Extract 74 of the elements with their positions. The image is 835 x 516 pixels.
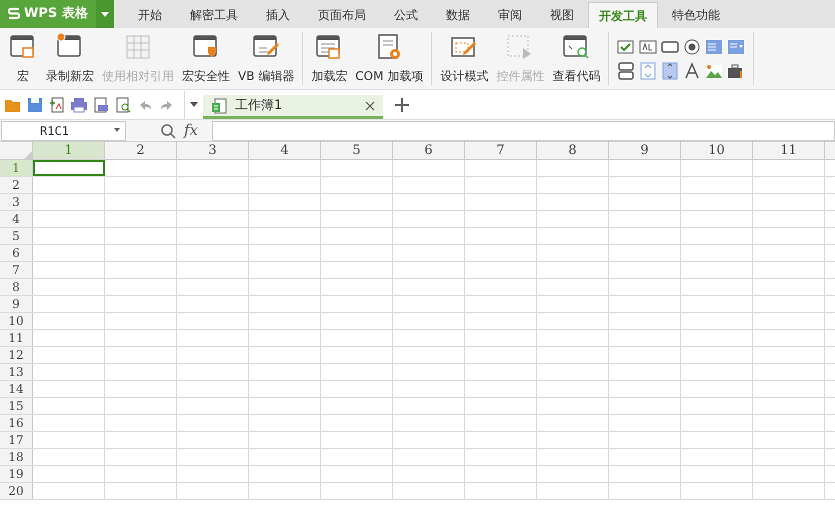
ribbon-button[interactable]: 加载宏 <box>307 32 352 85</box>
label-control-icon[interactable] <box>683 62 702 80</box>
column-header[interactable]: 11 <box>753 142 825 159</box>
ribbon-tab[interactable]: 页面布局 <box>304 2 380 28</box>
caret-icon <box>100 12 109 16</box>
frame-control-icon[interactable] <box>617 62 636 80</box>
save-icon[interactable] <box>26 96 44 114</box>
document-tab-title: 工作簿1 <box>235 96 284 115</box>
print-icon[interactable] <box>70 96 88 114</box>
ribbon-tab[interactable]: 插入 <box>252 2 304 28</box>
column-header[interactable]: 7 <box>465 142 537 159</box>
column-header[interactable]: 2 <box>105 142 177 159</box>
row-header[interactable]: 2 <box>0 177 33 193</box>
ribbon-tab[interactable]: 审阅 <box>484 2 536 28</box>
ribbon-tab[interactable]: 解密工具 <box>176 2 252 28</box>
column-header[interactable]: 10 <box>681 142 753 159</box>
row-header[interactable]: 11 <box>0 330 33 346</box>
column-header[interactable]: 5 <box>321 142 393 159</box>
ribbon-button[interactable]: COM 加载项 <box>351 32 428 85</box>
radio-control-icon[interactable] <box>683 38 702 56</box>
row-header[interactable]: 17 <box>0 432 33 448</box>
ribbon-tab[interactable]: 公式 <box>380 2 432 28</box>
ribbon-tab[interactable]: 特色功能 <box>658 2 734 28</box>
row-header[interactable]: 4 <box>0 211 33 227</box>
add-tab-icon[interactable] <box>395 98 409 112</box>
formula-input[interactable] <box>212 120 835 140</box>
row-header[interactable]: 3 <box>0 194 33 210</box>
ribbon-button[interactable]: 宏 <box>4 32 42 85</box>
text-field-control-icon[interactable] <box>639 38 658 56</box>
ribbon-button[interactable]: 录制新宏 <box>42 32 98 85</box>
ribbon-button[interactable]: 设计模式 <box>436 32 492 85</box>
row-header[interactable]: 13 <box>0 364 33 380</box>
app-logo-icon <box>8 7 20 21</box>
row-header[interactable]: 15 <box>0 398 33 414</box>
row-header[interactable]: 14 <box>0 381 33 397</box>
document-search-icon[interactable] <box>114 96 132 114</box>
row-header[interactable]: 6 <box>0 245 33 261</box>
ribbon-button[interactable]: 查看代码 <box>548 32 604 85</box>
column-header[interactable]: 6 <box>393 142 465 159</box>
column-header[interactable]: 9 <box>609 142 681 159</box>
row-header[interactable]: 8 <box>0 279 33 295</box>
row-header[interactable]: 18 <box>0 449 33 465</box>
scroll-bar-control-icon[interactable] <box>661 62 680 80</box>
ribbon-button[interactable]: 宏安全性 <box>178 32 234 85</box>
close-icon[interactable] <box>365 100 375 110</box>
export-pdf-icon[interactable] <box>48 96 66 114</box>
ribbon-tab[interactable]: 开发工具 <box>588 2 658 28</box>
print-preview-icon[interactable] <box>92 96 110 114</box>
row-header[interactable]: 16 <box>0 415 33 431</box>
checkbox-control-icon[interactable] <box>617 38 636 56</box>
column-header[interactable]: 4 <box>249 142 321 159</box>
row-header[interactable]: 9 <box>0 296 33 312</box>
function-button[interactable]: fx <box>184 119 206 142</box>
app-title: WPS 表格 <box>24 5 88 24</box>
row-header[interactable]: 7 <box>0 262 33 278</box>
document-tab[interactable]: 工作簿1 <box>203 95 383 119</box>
dropdown-caret-icon[interactable] <box>189 102 199 108</box>
ribbon-button[interactable]: VB 编辑器 <box>234 32 298 85</box>
row-header[interactable]: 5 <box>0 228 33 244</box>
spreadsheet-icon <box>211 98 227 114</box>
row-header[interactable]: 10 <box>0 313 33 329</box>
zoom-icon[interactable] <box>160 122 176 138</box>
row-header[interactable]: 19 <box>0 466 33 482</box>
row-header[interactable]: 12 <box>0 347 33 363</box>
name-box[interactable]: R1C1 <box>1 120 126 140</box>
ribbon-tab[interactable]: 视图 <box>536 2 588 28</box>
column-header[interactable]: 8 <box>537 142 609 159</box>
caret-icon <box>113 128 121 133</box>
row-header[interactable]: 20 <box>0 483 33 499</box>
ribbon-tab[interactable]: 开始 <box>124 2 176 28</box>
active-cell[interactable] <box>33 160 105 176</box>
combo-box-control-icon[interactable] <box>727 38 746 56</box>
column-header[interactable]: 3 <box>177 142 249 159</box>
ribbon-tab[interactable]: 数据 <box>432 2 484 28</box>
